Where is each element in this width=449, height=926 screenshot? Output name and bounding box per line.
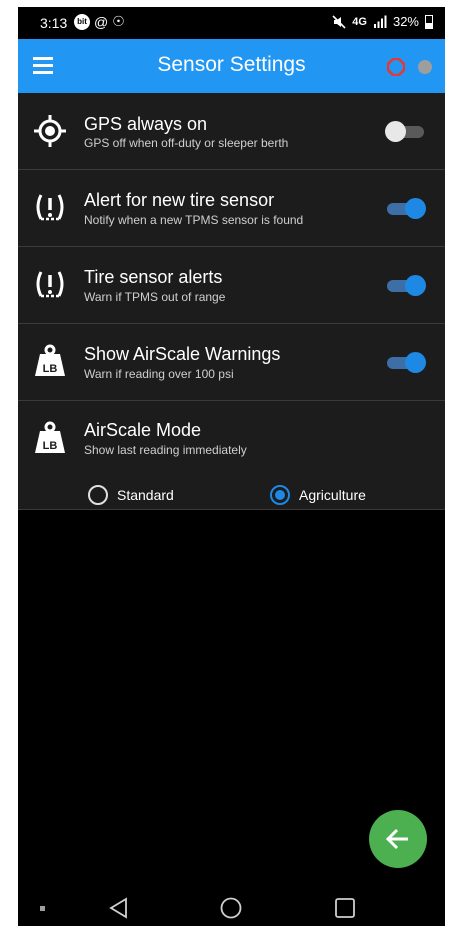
at-icon: @ xyxy=(94,13,109,30)
page-title: Sensor Settings xyxy=(157,53,306,76)
lb-label: LB xyxy=(43,440,58,452)
nav-home-icon[interactable] xyxy=(220,897,242,919)
mute-icon xyxy=(332,14,346,29)
lb-label: LB xyxy=(43,363,58,375)
alert-new-tire-sensor-toggle[interactable] xyxy=(385,197,426,221)
tpms-alert-icon xyxy=(36,271,64,298)
radio-label-agriculture: Agriculture xyxy=(299,487,366,503)
gps-always-on-toggle[interactable] xyxy=(385,120,426,144)
radio-standard[interactable]: Standard xyxy=(88,485,174,505)
setting-title: AirScale Mode xyxy=(84,420,202,440)
status-time: 3:13 xyxy=(40,15,68,31)
signal-icon xyxy=(373,15,387,28)
setting-title: Show AirScale Warnings xyxy=(84,344,281,364)
app-bar: Sensor Settings xyxy=(18,39,445,93)
status-dot xyxy=(418,60,432,74)
setting-title: Tire sensor alerts xyxy=(84,267,223,287)
setting-subtitle: Show last reading immediately xyxy=(84,443,247,457)
radio-circle-selected[interactable] xyxy=(270,485,290,505)
setting-title: Alert for new tire sensor xyxy=(84,190,275,210)
setting-subtitle: Notify when a new TPMS sensor is found xyxy=(84,213,304,227)
battery-icon xyxy=(425,14,433,29)
phone-screen: 3:13 bit @ ☉ 4G 32% Sensor Settings GPS … xyxy=(18,7,445,926)
radio-circle[interactable] xyxy=(88,485,108,505)
navigation-bar xyxy=(18,887,445,926)
setting-tire-sensor-alerts[interactable]: Tire sensor alerts Warn if TPMS out of r… xyxy=(18,247,445,324)
setting-alert-new-tire-sensor[interactable]: Alert for new tire sensor Notify when a … xyxy=(18,170,445,247)
setting-subtitle: Warn if TPMS out of range xyxy=(84,290,226,304)
setting-subtitle: GPS off when off-duty or sleeper berth xyxy=(84,136,289,150)
nav-dot-icon xyxy=(40,906,45,911)
tire-sensor-alerts-toggle[interactable] xyxy=(385,274,426,298)
red-octagon-ring-icon[interactable] xyxy=(387,58,405,76)
setting-airscale-mode: LB AirScale Mode Show last reading immed… xyxy=(18,401,445,510)
status-bar: 3:13 bit @ ☉ 4G 32% xyxy=(18,7,445,39)
bitmoji-icon: bit xyxy=(74,13,90,30)
battery-percent: 32% xyxy=(392,14,419,29)
setting-subtitle: Warn if reading over 100 psi xyxy=(84,367,234,381)
accessibility-icon: ☉ xyxy=(112,13,125,29)
lb-weight-icon: LB xyxy=(35,344,65,376)
gps-target-icon xyxy=(34,115,66,147)
show-airscale-warnings-toggle[interactable] xyxy=(385,351,426,375)
back-fab-button[interactable] xyxy=(369,810,427,868)
4g-icon: 4G xyxy=(352,15,367,28)
setting-title: GPS always on xyxy=(84,114,208,134)
lb-weight-icon: LB xyxy=(35,421,65,453)
radio-agriculture[interactable]: Agriculture xyxy=(270,485,366,505)
nav-back-icon[interactable] xyxy=(108,897,128,919)
back-arrow-icon xyxy=(385,828,408,850)
radio-label-standard: Standard xyxy=(117,487,174,503)
setting-show-airscale-warnings[interactable]: LB Show AirScale Warnings Warn if readin… xyxy=(18,324,445,401)
nav-recents-icon[interactable] xyxy=(334,897,356,919)
setting-gps-always-on[interactable]: GPS always on GPS off when off-duty or s… xyxy=(18,93,445,170)
tpms-alert-icon xyxy=(36,194,64,221)
